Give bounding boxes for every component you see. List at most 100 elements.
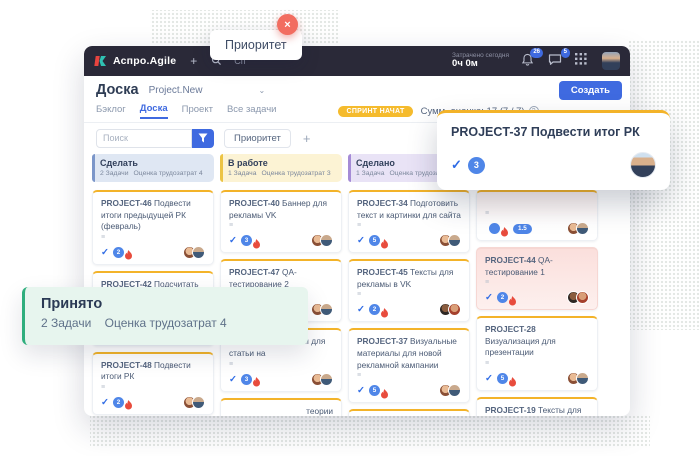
filter-button[interactable] bbox=[192, 129, 214, 148]
assignee-avatar bbox=[630, 152, 656, 178]
fire-icon bbox=[252, 236, 261, 246]
description-icon: ≡ bbox=[357, 291, 461, 298]
column-accent-bar bbox=[92, 154, 95, 182]
avatar bbox=[448, 384, 461, 397]
check-icon: ✓ bbox=[229, 374, 237, 385]
task-title: PROJECT-48 Подвести итоги РК bbox=[101, 360, 205, 383]
messages-button[interactable]: 5 bbox=[548, 53, 563, 68]
column-accent-bar bbox=[348, 154, 351, 182]
app-window: Аспро.Agile + Сп Затрачено сегодня 0ч 0м… bbox=[84, 46, 630, 416]
estimate-badge: 3 bbox=[468, 157, 485, 174]
assignee-avatars bbox=[439, 303, 461, 316]
task-card[interactable]: PROJECT-46 Подвести итоги предыдущей РК … bbox=[92, 190, 214, 265]
task-card[interactable]: PROJECT-19 Тексты для рекламы VK ≡ ✓ 5 bbox=[476, 397, 598, 416]
description-icon: ≡ bbox=[485, 210, 589, 217]
column-header[interactable]: В работе1 ЗадачаОценка трудозатрат 3 bbox=[220, 154, 342, 182]
add-filter-icon[interactable]: + bbox=[303, 131, 311, 146]
check-icon: ✓ bbox=[485, 292, 493, 303]
time-tracker: Затрачено сегодня 0ч 0м bbox=[452, 52, 509, 70]
assignee-avatars bbox=[183, 396, 205, 409]
task-card[interactable]: PROJECT-34 Подготовить текст и картинки … bbox=[348, 190, 470, 253]
estimate-badge: 5 bbox=[369, 235, 380, 246]
accepted-subtitle: 2 Задачи Оценка трудозатрат 4 bbox=[41, 316, 292, 330]
grid-icon bbox=[575, 53, 587, 65]
assignee-avatars bbox=[439, 234, 461, 247]
fire-icon bbox=[508, 374, 517, 384]
messages-badge: 5 bbox=[561, 48, 570, 57]
fire-icon bbox=[380, 386, 389, 396]
description-icon: ≡ bbox=[357, 372, 461, 379]
task-title: PROJECT-46 Подвести итоги предыдущей РК … bbox=[101, 198, 205, 233]
estimate-badge: 3 bbox=[241, 235, 252, 246]
avatar bbox=[576, 291, 589, 304]
priority-filter-chip[interactable]: Приоритет bbox=[224, 129, 291, 148]
board-column: ≡ 1.5 PROJECT-44 QA-тестирование 1 ≡ ✓ 2 bbox=[476, 154, 598, 416]
chat-icon bbox=[548, 53, 562, 66]
notifications-button[interactable]: 26 bbox=[521, 53, 536, 68]
check-icon: ✓ bbox=[229, 235, 237, 246]
task-title: PROJECT-34 Подготовить текст и картинки … bbox=[357, 198, 461, 221]
assignee-avatars bbox=[567, 372, 589, 385]
task-title: PROJECT-44 QA-тестирование 1 bbox=[485, 255, 589, 278]
notifications-badge: 26 bbox=[530, 48, 543, 57]
project-selector[interactable]: Project.New bbox=[149, 85, 203, 96]
check-icon: ✓ bbox=[485, 373, 493, 384]
tab-backlog[interactable]: Бэклог bbox=[96, 104, 126, 118]
fire-icon bbox=[124, 397, 133, 407]
project-name: Project.New bbox=[149, 85, 203, 96]
assignee-avatars bbox=[183, 246, 205, 259]
check-icon: ✓ bbox=[101, 397, 109, 408]
tab-board[interactable]: Доска bbox=[140, 103, 168, 119]
task-title: PROJECT-37 Визуальные материалы для ново… bbox=[357, 336, 461, 371]
check-icon: ✓ bbox=[451, 157, 462, 173]
task-card[interactable]: PROJECT-23 Итоги РК ≡ ✓ 5 bbox=[348, 409, 470, 416]
description-icon: ≡ bbox=[485, 279, 589, 286]
board-column: Сделать2 ЗадачиОценка трудозатрат 4 PROJ… bbox=[92, 154, 214, 416]
funnel-icon bbox=[198, 133, 208, 143]
check-icon: ✓ bbox=[101, 247, 109, 258]
create-button[interactable]: Создать bbox=[559, 81, 622, 100]
column-accent-bar bbox=[220, 154, 223, 182]
plus-icon[interactable]: + bbox=[190, 55, 197, 67]
description-icon: ≡ bbox=[485, 360, 589, 367]
tab-all-tasks[interactable]: Все задачи bbox=[227, 104, 277, 118]
fire-icon bbox=[500, 224, 509, 234]
user-avatar[interactable] bbox=[602, 52, 620, 70]
column-header[interactable]: Сделать2 ЗадачиОценка трудозатрат 4 bbox=[92, 154, 214, 182]
chevron-down-icon[interactable]: ⌄ bbox=[258, 86, 265, 95]
check-icon: ✓ bbox=[357, 304, 365, 315]
assignee-avatars bbox=[311, 373, 333, 386]
apps-grid-button[interactable] bbox=[575, 53, 590, 68]
avatar bbox=[192, 396, 205, 409]
task-card[interactable]: PROJECT-37 Визуальные материалы для ново… bbox=[348, 328, 470, 403]
close-icon[interactable]: × bbox=[277, 14, 298, 35]
avatar bbox=[448, 234, 461, 247]
assignee-avatars bbox=[567, 222, 589, 235]
estimate-badge: 2 bbox=[113, 247, 124, 258]
brand[interactable]: Аспро.Agile bbox=[94, 54, 176, 68]
task-title: PROJECT-40 Баннер для рекламы VK bbox=[229, 198, 333, 221]
fire-icon bbox=[252, 374, 261, 384]
logo-icon bbox=[94, 54, 108, 68]
estimate-badge: 3 bbox=[241, 374, 252, 385]
description-icon: ≡ bbox=[229, 222, 333, 229]
estimate-badge bbox=[489, 223, 500, 234]
description-icon: ≡ bbox=[101, 384, 205, 391]
board-column: В работе1 ЗадачаОценка трудозатрат 3 PRO… bbox=[220, 154, 342, 416]
tab-project[interactable]: Проект bbox=[182, 104, 213, 118]
assignee-avatars bbox=[311, 303, 333, 316]
search-input[interactable] bbox=[96, 129, 192, 148]
speckle-texture bbox=[90, 414, 650, 448]
task-card[interactable]: PROJECT-48 Подвести итоги РК ≡ ✓ 2 bbox=[92, 352, 214, 415]
task-title: теории bbox=[229, 406, 333, 416]
task-card[interactable]: ≡ 1.5 bbox=[476, 190, 598, 241]
task-card[interactable]: PROJECT-28 Визуализация для презентации … bbox=[476, 316, 598, 391]
task-popup-card[interactable]: PROJECT-37 Подвести итог РК ✓ 3 bbox=[437, 110, 670, 190]
board-column: Сделано1 ЗадачаОценка трудозатрат PROJEC… bbox=[348, 154, 470, 416]
task-card[interactable]: PROJECT-44 QA-тестирование 1 ≡ ✓ 2 bbox=[476, 247, 598, 310]
avatar bbox=[448, 303, 461, 316]
task-card[interactable]: PROJECT-45 Тексты для рекламы в VK ≡ ✓ 2 bbox=[348, 259, 470, 322]
accepted-column-overlay[interactable]: Принято 2 Задачи Оценка трудозатрат 4 bbox=[22, 287, 308, 345]
task-card[interactable]: PROJECT-40 Баннер для рекламы VK ≡ ✓ 3 bbox=[220, 190, 342, 253]
task-card[interactable]: теории ≡ ✓ 3 bbox=[220, 398, 342, 416]
